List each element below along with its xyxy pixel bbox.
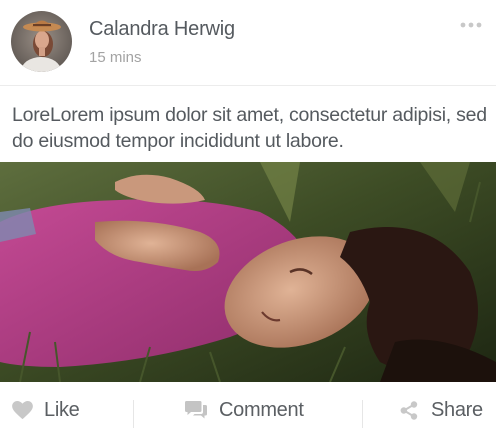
avatar[interactable] — [11, 11, 72, 72]
comment-icon — [185, 401, 207, 419]
post-header: Calandra Herwig 15 mins — [0, 0, 496, 86]
post-photo[interactable] — [0, 162, 496, 382]
like-button[interactable]: Like — [12, 382, 80, 438]
comment-label: Comment — [219, 398, 304, 421]
action-divider — [133, 400, 134, 428]
author-name[interactable]: Calandra Herwig — [89, 18, 235, 41]
share-label: Share — [431, 398, 483, 421]
action-divider — [362, 400, 363, 428]
heart-icon — [12, 400, 33, 420]
share-icon — [400, 400, 418, 420]
post-card: Calandra Herwig 15 mins LoreLorem ipsum … — [0, 0, 496, 438]
more-dots-icon[interactable] — [460, 17, 482, 33]
like-label: Like — [44, 398, 80, 421]
post-timestamp: 15 mins — [89, 49, 142, 66]
post-action-bar: Like Comment Share — [0, 382, 496, 438]
post-text: LoreLorem ipsum dolor sit amet, consecte… — [12, 104, 487, 152]
share-button[interactable]: Share — [400, 382, 483, 438]
comment-button[interactable]: Comment — [185, 382, 304, 438]
